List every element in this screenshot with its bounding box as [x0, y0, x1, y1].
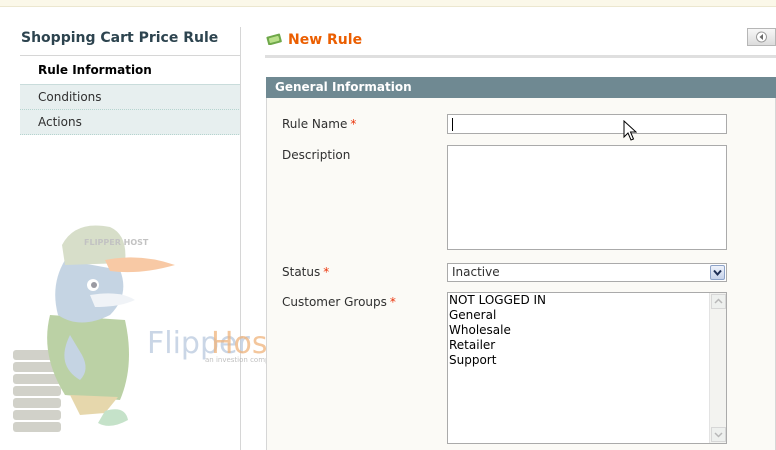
rule-name-label: Rule Name * — [282, 117, 356, 131]
customer-group-option[interactable]: General — [448, 308, 726, 323]
sidebar-item-actions[interactable]: Actions — [20, 110, 241, 135]
customer-groups-label-text: Customer Groups — [282, 295, 387, 309]
required-marker: * — [323, 265, 330, 279]
description-textarea[interactable] — [447, 145, 727, 250]
scroll-up-icon[interactable] — [711, 294, 726, 309]
sidebar: Shopping Cart Price Rule Rule Informatio… — [20, 27, 241, 135]
back-button[interactable] — [747, 28, 776, 46]
page-header: New Rule — [265, 27, 776, 58]
customer-group-option[interactable]: Retailer — [448, 338, 726, 353]
flipperhost-mascot-watermark: FLIPPER HOST Flipper Host an investion c… — [13, 225, 282, 432]
customer-group-option[interactable]: Wholesale — [448, 323, 726, 338]
rule-name-label-text: Rule Name — [282, 117, 348, 131]
section-header: General Information — [266, 77, 776, 98]
description-label: Description — [282, 148, 351, 162]
status-selected-value: Inactive — [452, 265, 500, 279]
back-arrow-icon — [756, 31, 767, 43]
status-label: Status * — [282, 265, 329, 279]
customer-groups-label: Customer Groups * — [282, 295, 396, 309]
sidebar-item-conditions[interactable]: Conditions — [20, 85, 241, 110]
sidebar-item-rule-information[interactable]: Rule Information — [20, 56, 241, 85]
page-title: New Rule — [288, 32, 363, 48]
mouse-pointer-icon — [623, 120, 637, 141]
required-marker: * — [350, 117, 357, 131]
status-label-text: Status — [282, 265, 321, 279]
status-select[interactable]: Inactive — [447, 263, 727, 282]
customer-group-option[interactable]: NOT LOGGED IN — [448, 293, 726, 308]
svg-text:FLIPPER HOST: FLIPPER HOST — [84, 238, 149, 247]
price-rule-icon — [266, 33, 282, 45]
rule-name-input[interactable] — [447, 114, 727, 134]
vertical-scrollbar[interactable] — [709, 293, 726, 443]
dropdown-arrow-icon[interactable] — [710, 265, 725, 280]
scroll-down-icon[interactable] — [711, 427, 726, 442]
customer-group-option[interactable]: Support — [448, 353, 726, 368]
sidebar-title: Shopping Cart Price Rule — [20, 27, 241, 56]
text-caret — [452, 118, 453, 131]
top-notice-strip — [0, 0, 776, 7]
required-marker: * — [389, 295, 396, 309]
customer-groups-multiselect[interactable]: NOT LOGGED IN General Wholesale Retailer… — [447, 292, 727, 444]
